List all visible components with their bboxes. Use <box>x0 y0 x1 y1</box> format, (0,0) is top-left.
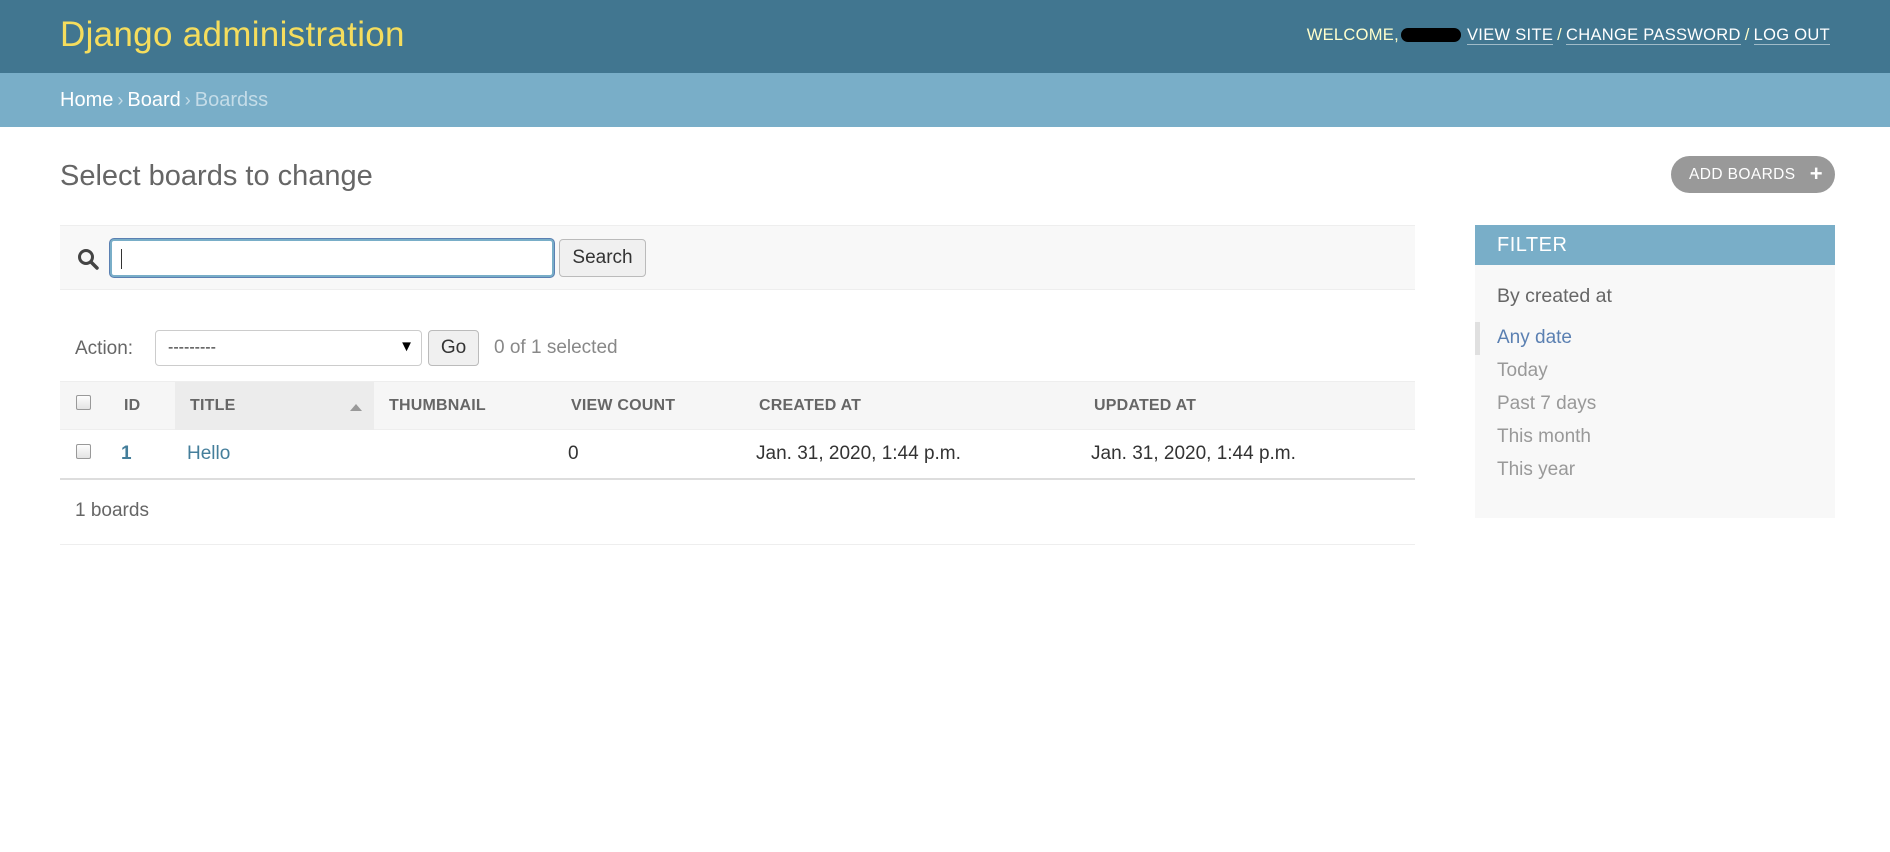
column-header-thumbnail[interactable]: THUMBNAIL <box>389 397 486 415</box>
filter-panel: FILTER By created at Any date Today Past… <box>1475 225 1835 518</box>
search-input[interactable] <box>110 239 554 277</box>
filter-option-this-year[interactable]: This year <box>1475 454 1835 487</box>
dropdown-arrow-icon: ▼ <box>399 338 414 355</box>
results-table: ID TITLE THUMBNAIL VIEW COUNT CREATED AT… <box>60 381 1415 545</box>
row-id-link[interactable]: 1 <box>121 443 132 464</box>
column-header-created-at[interactable]: CREATED AT <box>759 397 861 415</box>
view-site-link[interactable]: VIEW SITE <box>1467 26 1554 45</box>
add-boards-label: ADD BOARDS <box>1689 166 1796 183</box>
go-button[interactable]: Go <box>428 330 479 366</box>
breadcrumb-home[interactable]: Home <box>60 89 113 111</box>
search-icon <box>78 249 99 270</box>
action-select[interactable]: --------- ▼ <box>155 330 422 366</box>
breadcrumb-separator: › <box>184 90 191 110</box>
row-view-count: 0 <box>568 443 579 464</box>
search-toolbar: Search <box>60 225 1415 290</box>
header: Django administration WELCOME, VIEW SITE /… <box>0 0 1890 73</box>
add-boards-button[interactable]: ADD BOARDS + <box>1671 156 1835 193</box>
separator: / <box>1557 26 1563 44</box>
row-created-at: Jan. 31, 2020, 1:44 p.m. <box>756 443 961 464</box>
table-row: 1 Hello 0 Jan. 31, 2020, 1:44 p.m. Jan. … <box>60 430 1415 480</box>
column-header-id[interactable]: ID <box>124 397 140 415</box>
user-tools: WELCOME, VIEW SITE / CHANGE PASSWORD / LOG OU… <box>1307 26 1830 45</box>
column-header-updated-at[interactable]: UPDATED AT <box>1094 397 1196 415</box>
site-branding[interactable]: Django administration <box>60 15 405 55</box>
selected-count: 0 of 1 selected <box>494 337 618 358</box>
actions-bar: Action: --------- ▼ Go 0 of 1 selected <box>60 330 1060 366</box>
row-title-link[interactable]: Hello <box>187 443 230 464</box>
filter-header: FILTER <box>1475 225 1835 265</box>
breadcrumb-app[interactable]: Board <box>127 89 180 111</box>
filter-option-this-month[interactable]: This month <box>1475 421 1835 454</box>
sort-ascending-icon[interactable] <box>350 404 362 411</box>
breadcrumb: Home › Board › Boardss <box>0 73 1890 127</box>
plus-icon: + <box>1809 161 1823 186</box>
filter-option-past-7-days[interactable]: Past 7 days <box>1475 388 1835 421</box>
filter-title: By created at <box>1497 285 1612 307</box>
filter-option-any-date[interactable]: Any date <box>1475 322 1835 355</box>
search-button[interactable]: Search <box>559 239 646 277</box>
action-label: Action: <box>75 338 134 359</box>
redacted-username <box>1401 28 1461 42</box>
filter-options: Any date Today Past 7 days This month Th… <box>1475 322 1835 487</box>
column-header-title[interactable]: TITLE <box>190 397 235 415</box>
filter-option-today[interactable]: Today <box>1475 355 1835 388</box>
log-out-link[interactable]: LOG OUT <box>1753 26 1830 45</box>
breadcrumb-separator: › <box>117 90 124 110</box>
select-all-checkbox[interactable] <box>76 395 91 410</box>
welcome-text: WELCOME, <box>1306 26 1399 44</box>
change-password-link[interactable]: CHANGE PASSWORD <box>1566 26 1741 45</box>
table-header: ID TITLE THUMBNAIL VIEW COUNT CREATED AT… <box>60 381 1415 430</box>
row-checkbox[interactable] <box>76 444 91 459</box>
page-title: Select boards to change <box>60 160 373 192</box>
separator: / <box>1744 26 1750 44</box>
breadcrumb-current: Boardss <box>194 89 269 111</box>
result-count: 1 boards <box>60 480 1415 545</box>
text-cursor <box>121 249 122 269</box>
action-select-value: --------- <box>168 339 216 356</box>
column-header-view-count[interactable]: VIEW COUNT <box>571 397 675 415</box>
row-updated-at: Jan. 31, 2020, 1:44 p.m. <box>1091 443 1296 464</box>
